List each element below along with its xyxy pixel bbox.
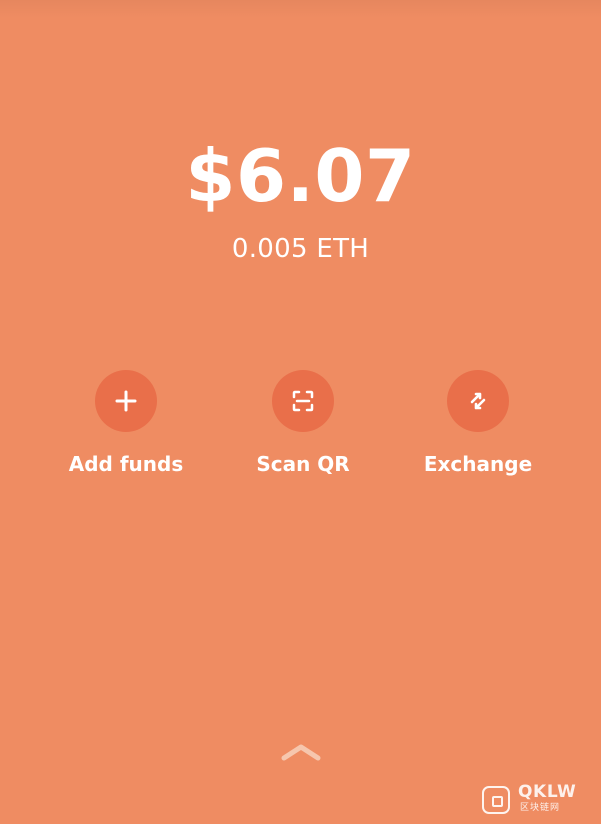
drawer-handle[interactable]: [0, 734, 601, 770]
usd-balance: $6.07: [185, 134, 416, 218]
top-shadow: [0, 0, 601, 18]
add-funds-label: Add funds: [68, 452, 184, 476]
scan-qr-icon: [292, 390, 314, 412]
add-funds-icon-button[interactable]: [95, 370, 157, 432]
balance-section: $6.07 0.005 ETH: [0, 128, 601, 266]
add-funds-button[interactable]: Add funds: [56, 370, 196, 478]
watermark-subtitle: 区块链网: [520, 803, 561, 813]
scan-qr-icon-button[interactable]: [272, 370, 334, 432]
exchange-label: Exchange: [423, 452, 533, 476]
exchange-icon: [470, 392, 486, 410]
chevron-up-icon: [281, 744, 320, 761]
wallet-actions: Add funds Scan QR Exchange: [0, 370, 601, 490]
eth-balance: 0.005 ETH: [231, 234, 370, 264]
plus-icon: [115, 390, 137, 412]
site-watermark: QKLW 区块链网: [482, 782, 594, 818]
wallet-screen: $6.07 0.005 ETH Add funds Scan QR Exchan…: [0, 0, 601, 824]
scan-qr-label: Scan QR: [256, 452, 350, 476]
watermark-logo-icon: [482, 786, 510, 814]
watermark-brand: QKLW: [518, 782, 577, 802]
exchange-icon-button[interactable]: [447, 370, 509, 432]
scan-qr-button[interactable]: Scan QR: [233, 370, 373, 478]
exchange-button[interactable]: Exchange: [408, 370, 548, 478]
